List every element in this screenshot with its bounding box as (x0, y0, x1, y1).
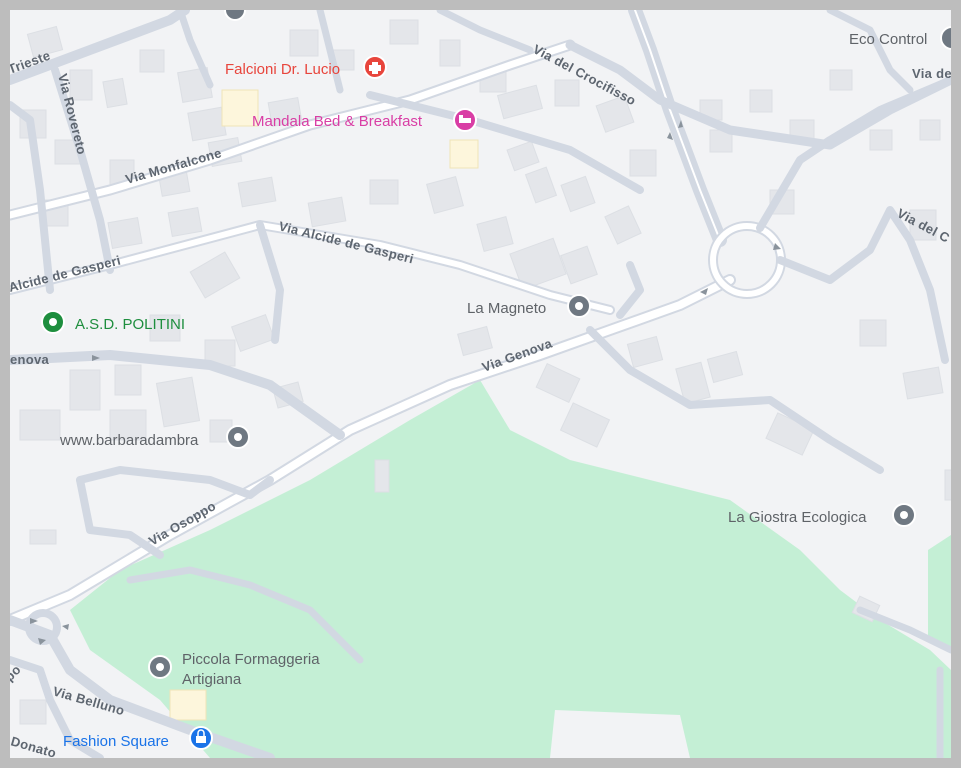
poi-piccola-label-line2: Artigiana (182, 671, 242, 688)
poi-falcioni-label: Falcioni Dr. Lucio (225, 61, 340, 78)
street-label-genova-west: enova (10, 352, 50, 367)
clearing-area (550, 710, 690, 758)
map-frame: Trieste Via Rovereto Via Monfalcone Via … (0, 0, 961, 768)
poi-asd-politini[interactable]: A.S.D. POLITINI (41, 310, 185, 334)
poi-fashion-square-label: Fashion Square (63, 733, 169, 750)
street-label-gasperi: Via Alcide de Gasperi (277, 218, 415, 266)
map-svg[interactable]: Trieste Via Rovereto Via Monfalcone Via … (10, 10, 951, 758)
park-area-east (928, 535, 951, 650)
poi-eco-control[interactable]: Eco Control (849, 26, 951, 50)
poi-la-magneto[interactable]: La Magneto (467, 294, 591, 318)
street-label-via-de: Via de (912, 66, 951, 81)
street-label-gasperi-west: Alcide de Gasperi (10, 253, 122, 295)
place-pin-icon[interactable] (224, 10, 246, 21)
poi-eco-control-label: Eco Control (849, 31, 927, 48)
street-label-donato: Donato (10, 733, 58, 758)
place-pin-icon (940, 26, 951, 50)
poi-la-giostra[interactable]: La Giostra Ecologica (728, 503, 916, 527)
map-canvas[interactable]: Trieste Via Rovereto Via Monfalcone Via … (10, 10, 951, 758)
poi-asd-politini-label: A.S.D. POLITINI (75, 316, 185, 333)
poi-barbaradambra-label: www.barbaradambra (59, 432, 199, 449)
poi-mandala-label: Mandala Bed & Breakfast (252, 113, 423, 130)
poi-la-magneto-label: La Magneto (467, 300, 546, 317)
poi-la-giostra-label: La Giostra Ecologica (728, 509, 867, 526)
poi-piccola-label-line1: Piccola Formaggeria (182, 651, 320, 668)
poi-falcioni[interactable]: Falcioni Dr. Lucio (225, 55, 387, 79)
